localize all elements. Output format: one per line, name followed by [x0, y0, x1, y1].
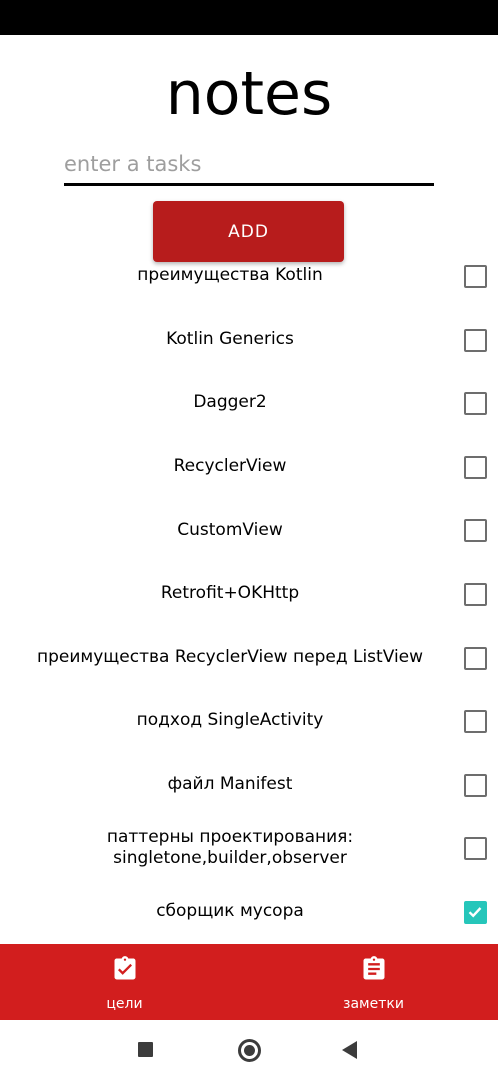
- task-row: Dagger2: [0, 371, 498, 435]
- task-label: Dagger2: [193, 392, 267, 413]
- nav-item-goals[interactable]: цели: [0, 944, 249, 1020]
- nav-item-notes[interactable]: заметки: [249, 944, 498, 1020]
- task-row: RecyclerView: [0, 435, 498, 499]
- add-button[interactable]: ADD: [153, 201, 344, 262]
- task-checkbox[interactable]: [464, 265, 487, 288]
- status-bar: [0, 0, 498, 35]
- page-title: notes: [165, 59, 333, 129]
- checkmark-icon: [468, 907, 482, 918]
- task-row: Kotlin Generics: [0, 308, 498, 372]
- nav-label-notes: заметки: [343, 996, 404, 1012]
- task-checkbox[interactable]: [464, 710, 487, 734]
- task-checkbox[interactable]: [464, 582, 487, 606]
- bottom-navigation: цели заметки: [0, 944, 498, 1020]
- task-row: паттерны проектирования: singletone,buil…: [0, 816, 498, 880]
- task-checkbox[interactable]: [464, 900, 487, 924]
- task-checkbox[interactable]: [464, 392, 487, 416]
- task-label: RecyclerView: [173, 456, 287, 477]
- task-label: Retrofit+OKHttp: [160, 583, 300, 604]
- task-checkbox[interactable]: [464, 837, 487, 861]
- task-list[interactable]: преимущества Kotlin Kotlin Generics Dagger…: [0, 262, 498, 944]
- task-row: Retrofit+OKHttp: [0, 562, 498, 626]
- task-row: файл Manifest: [0, 753, 498, 817]
- home-icon[interactable]: [238, 1039, 261, 1062]
- system-navigation-bar: [0, 1020, 498, 1080]
- task-row: CustomView: [0, 498, 498, 562]
- task-label: преимущества Kotlin: [137, 265, 323, 286]
- task-checkbox[interactable]: [464, 773, 487, 797]
- task-row: подход SingleActivity: [0, 689, 498, 753]
- task-label: сборщик мусора: [156, 901, 304, 922]
- task-input[interactable]: [64, 144, 434, 186]
- task-checkbox[interactable]: [464, 455, 487, 479]
- clipboard-check-icon: [114, 956, 135, 980]
- task-checkbox[interactable]: [464, 328, 487, 352]
- task-label: файл Manifest: [167, 774, 293, 795]
- task-list-content: преимущества Kotlin Kotlin Generics Dagger…: [0, 262, 498, 944]
- task-label: преимущества RecyclerView перед ListView: [36, 646, 424, 667]
- nav-label-goals: цели: [106, 996, 143, 1012]
- task-row: преимущества RecyclerView перед ListView: [0, 626, 498, 690]
- task-label: паттерны проектирования: singletone,buil…: [106, 827, 354, 869]
- task-row: сборщик мусора: [0, 880, 498, 944]
- back-icon[interactable]: [342, 1041, 357, 1059]
- recents-icon[interactable]: [138, 1042, 153, 1057]
- task-row: преимущества Kotlin: [0, 262, 498, 308]
- task-checkbox[interactable]: [464, 646, 487, 670]
- task-label: Kotlin Generics: [166, 328, 294, 349]
- clipboard-text-icon: [363, 956, 384, 980]
- task-label: CustomView: [177, 519, 283, 540]
- task-label: подход SingleActivity: [136, 710, 324, 731]
- task-checkbox[interactable]: [464, 519, 487, 543]
